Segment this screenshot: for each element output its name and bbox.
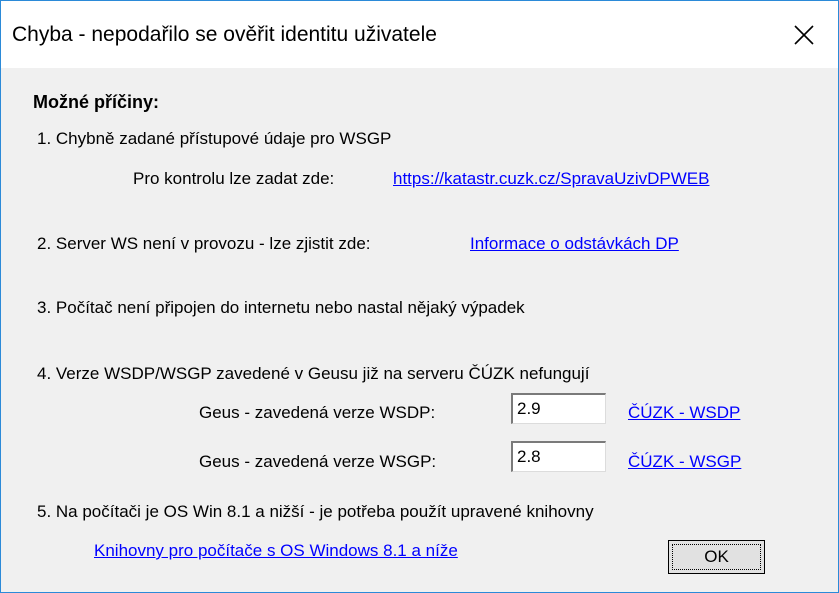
- wsgp-version-label: Geus - zavedená verze WSGP:: [199, 452, 437, 471]
- title-bar: Chyba - nepodařilo se ověřit identitu už…: [1, 1, 838, 68]
- wsdp-version-field[interactable]: [511, 393, 606, 424]
- cuzk-wsdp-link[interactable]: ČÚZK - WSDP: [628, 403, 740, 423]
- reason-2-text: 2. Server WS není v provozu - lze zjisti…: [37, 234, 371, 253]
- spravauziv-link[interactable]: https://katastr.cuzk.cz/SpravaUzivDPWEB: [393, 169, 709, 189]
- dialog-content: Možné příčiny: 1. Chybně zadané přístupo…: [1, 68, 838, 592]
- reason-4-text: 4. Verze WSDP/WSGP zavedené v Geusu již …: [37, 364, 590, 383]
- windows-libraries-link[interactable]: Knihovny pro počítače s OS Windows 8.1 a…: [94, 541, 458, 561]
- reason-3-text: 3. Počítač není připojen do internetu ne…: [37, 298, 525, 317]
- window-title: Chyba - nepodařilo se ověřit identitu už…: [12, 23, 437, 46]
- reason-5-text: 5. Na počítači je OS Win 8.1 a nižší - j…: [37, 502, 594, 521]
- wsdp-version-label: Geus - zavedená verze WSDP:: [199, 403, 436, 422]
- error-dialog: Chyba - nepodařilo se ověřit identitu už…: [0, 0, 839, 593]
- ok-button[interactable]: OK: [668, 540, 765, 574]
- reason-1-text: 1. Chybně zadané přístupové údaje pro WS…: [37, 129, 392, 148]
- outages-link[interactable]: Informace o odstávkách DP: [470, 234, 679, 254]
- ok-button-label: OK: [704, 547, 729, 566]
- close-button[interactable]: [769, 1, 838, 68]
- close-icon: [793, 24, 814, 45]
- reason-1-hint: Pro kontrolu lze zadat zde:: [133, 169, 335, 188]
- wsgp-version-field[interactable]: [511, 441, 606, 472]
- cuzk-wsgp-link[interactable]: ČÚZK - WSGP: [628, 452, 741, 472]
- causes-heading: Možné příčiny:: [33, 92, 160, 112]
